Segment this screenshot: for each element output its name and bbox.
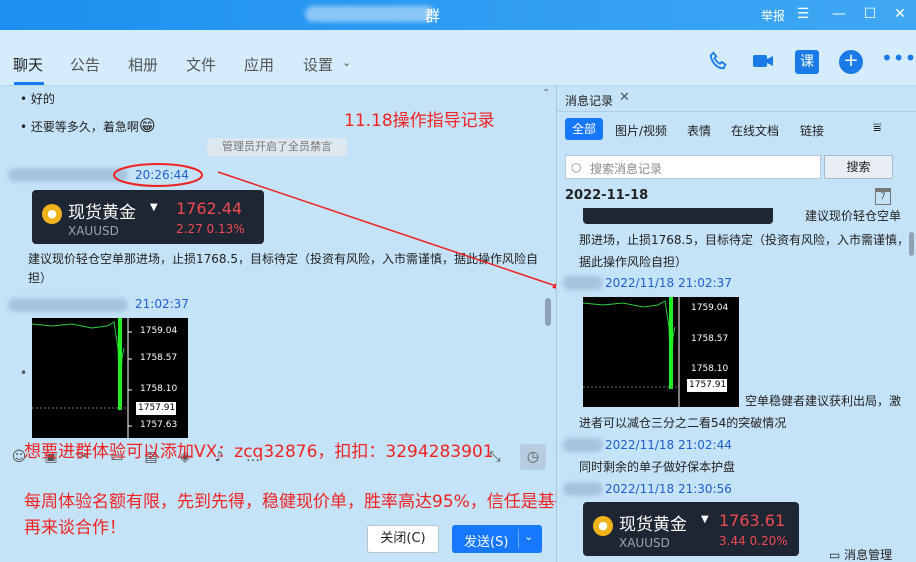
search-placeholder: 搜索消息记录 <box>590 162 663 176</box>
gold-quote-card[interactable]: ● 现货黄金 ▼ XAUUSD 1763.61 3.44 0.20% <box>583 502 799 556</box>
calendar-icon[interactable]: 7 <box>875 188 891 205</box>
sender-avatar-blurred <box>563 438 603 452</box>
panel-header: 消息记录 ✕ <box>557 86 916 112</box>
price-chart-image[interactable]: 1759.04 1758.57 1758.10 1757.91 <box>583 297 739 407</box>
tab-message-records[interactable]: 消息记录 <box>565 92 613 109</box>
send-divider <box>518 529 519 549</box>
chart-tick: 1759.04 <box>691 303 729 313</box>
gold-coin-icon: ● <box>593 516 613 536</box>
history-clock-icon[interactable]: ◷ <box>520 444 546 470</box>
history-message: 空单稳健者建议获利出局，激 <box>745 394 902 408</box>
chart-tick: 1758.10 <box>691 364 729 374</box>
search-input[interactable]: ○ 搜索消息记录 <box>565 155 821 179</box>
message-history-panel: 消息记录 ✕ 全部 图片/视频 表情 在线文档 链接 ⩸ ○ 搜索消息记录 搜索… <box>556 86 916 562</box>
filter-settings-icon[interactable]: ⩸ <box>873 120 882 136</box>
filter-docs[interactable]: 在线文档 <box>731 122 779 139</box>
chat-bubble-icon: ▭ <box>829 548 841 562</box>
sender-avatar-blurred <box>563 276 603 290</box>
sender-avatar-blurred <box>563 482 603 496</box>
history-message: 建议现价轻仓空单 <box>805 209 902 223</box>
quote-symbol: XAUUSD <box>619 536 670 550</box>
message-management-button[interactable]: ▭ 消息管理 <box>829 546 892 562</box>
history-message: 同时剩余的单子做好保本护盘 <box>579 460 736 474</box>
history-message: 那进场，止损1768.5，目标待定（投资有风险，入市需谨慎， <box>579 233 909 247</box>
annotation-title: 11.18操作指导记录 <box>344 111 495 131</box>
footer-label: 消息管理 <box>844 548 893 562</box>
history-time: 2022/11/18 21:02:37 <box>605 276 732 290</box>
chart-tick: 1758.57 <box>691 334 729 344</box>
history-time: 2022/11/18 21:02:44 <box>605 438 732 452</box>
filter-media[interactable]: 图片/视频 <box>615 122 667 139</box>
send-button[interactable]: 发送(S) ⌄ <box>452 525 542 553</box>
history-time: 2022/11/18 21:30:56 <box>605 482 732 496</box>
history-message: 据此操作风险自担） <box>579 255 688 269</box>
search-button[interactable]: 搜索 <box>824 155 893 179</box>
dropdown-triangle-icon: ▼ <box>701 514 709 525</box>
panel-scrollbar-thumb[interactable] <box>909 232 914 256</box>
chart-current-price: 1757.91 <box>689 380 727 390</box>
quote-card-fragment <box>583 208 773 224</box>
filter-stickers[interactable]: 表情 <box>687 122 711 139</box>
close-icon[interactable]: ✕ <box>619 90 630 105</box>
quote-name: 现货黄金 <box>619 515 687 535</box>
chevron-down-icon[interactable]: ⌄ <box>524 530 533 543</box>
filter-all[interactable]: 全部 <box>565 118 603 140</box>
close-button[interactable]: 关闭(C) <box>367 525 439 553</box>
history-message: 进者可以减仓三分之二看54的突破情况 <box>579 416 787 430</box>
date-header: 2022-11-18 <box>565 188 649 203</box>
filter-links[interactable]: 链接 <box>800 122 824 139</box>
annotation-contact: 想要进群体验可以添加VX：zcq32876，扣扣：3294283901 <box>24 442 494 462</box>
quote-change: 3.44 0.20% <box>719 534 788 548</box>
quote-price: 1763.61 <box>719 511 786 530</box>
send-label: 发送(S) <box>464 535 509 550</box>
search-icon: ○ <box>571 160 582 174</box>
